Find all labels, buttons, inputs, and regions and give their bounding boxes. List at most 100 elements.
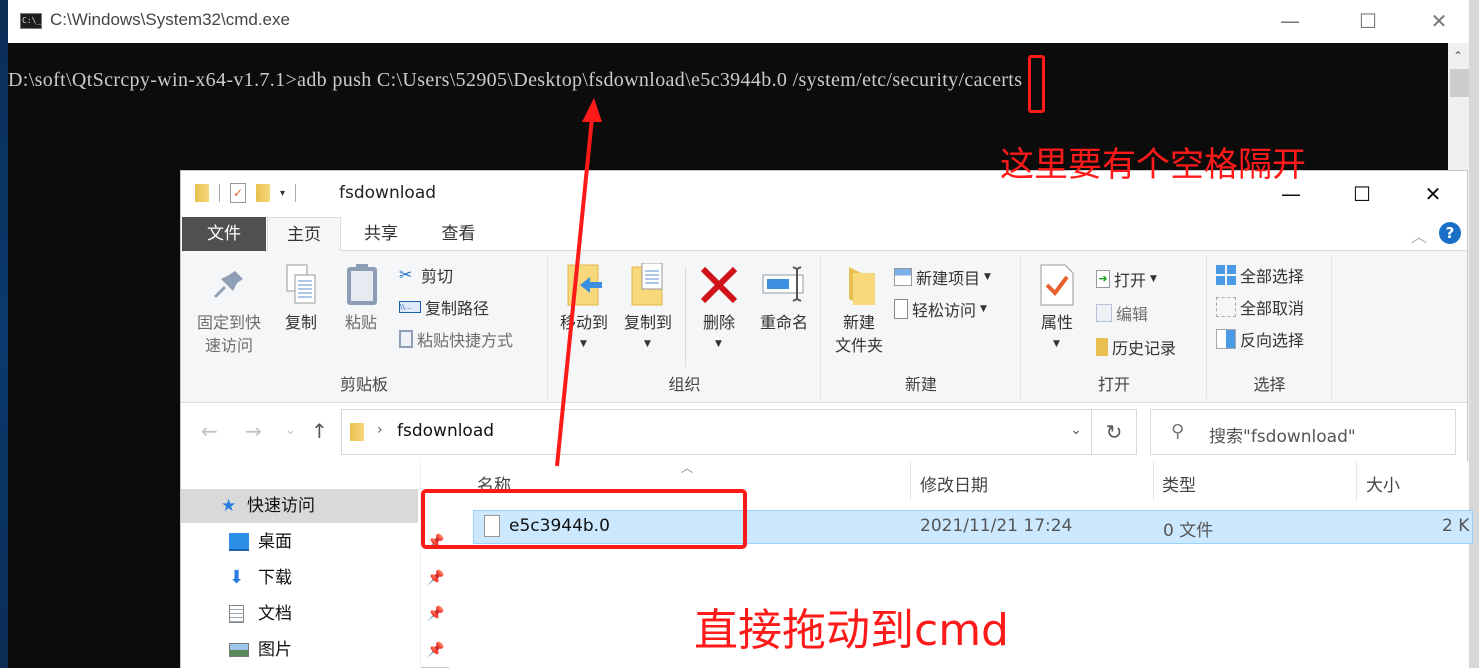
cut-button[interactable]: ✂ 剪切 <box>399 261 453 289</box>
paste-button[interactable]: 粘贴 <box>333 263 389 334</box>
group-label-clipboard: 剪贴板 <box>339 375 388 394</box>
move-to-button[interactable]: 移动到 ▼ <box>553 263 615 349</box>
new-item-button[interactable]: 新建项目 ▼ <box>894 263 991 291</box>
sidebar-item-label: 桌面 <box>258 532 292 552</box>
back-button[interactable]: ← <box>201 419 218 443</box>
cmd-maximize-button[interactable]: ☐ <box>1348 6 1388 36</box>
up-button[interactable]: ↑ <box>311 419 328 443</box>
column-header-size[interactable]: 大小 <box>1366 471 1400 496</box>
invert-selection-button[interactable]: 反向选择 <box>1216 325 1304 353</box>
recent-locations-button[interactable]: ⌄ <box>285 423 296 438</box>
folder-icon <box>350 423 364 441</box>
select-none-button[interactable]: 全部取消 <box>1216 293 1304 321</box>
properties-icon <box>1037 263 1077 307</box>
cmd-scrollbar-thumb[interactable] <box>1450 69 1469 97</box>
search-box[interactable]: ⚲ 搜索"fsdownload" <box>1150 409 1456 455</box>
paste-shortcut-button[interactable]: 粘贴快捷方式 <box>399 325 513 353</box>
cut-label: 剪切 <box>421 267 454 286</box>
dropdown-caret-icon: ▼ <box>1053 339 1060 349</box>
sidebar-item-label: 下载 <box>258 568 292 588</box>
rename-icon <box>761 263 807 307</box>
dropdown-caret-icon: ▼ <box>1150 274 1157 284</box>
sidebar-item-desktop[interactable]: 桌面 📌 <box>181 525 444 559</box>
explorer-window-title: fsdownload <box>339 183 437 203</box>
copy-to-button[interactable]: 复制到 ▼ <box>617 262 679 349</box>
delete-label: 删除 <box>702 313 735 332</box>
sidebar-item-downloads[interactable]: ⬇ 下载 📌 <box>181 561 444 595</box>
history-label: 历史记录 <box>1112 339 1177 358</box>
rename-label: 重命名 <box>759 313 808 332</box>
pin-quick-access-button[interactable]: 固定到快 速访问 <box>189 263 269 357</box>
breadcrumb-fsdownload[interactable]: fsdownload <box>397 421 494 441</box>
properties-label: 属性 <box>1040 313 1073 332</box>
cmd-close-button[interactable]: ✕ <box>1419 6 1459 36</box>
background-window-edge <box>1469 0 1479 668</box>
dropdown-caret-icon: ▼ <box>644 339 651 349</box>
cmd-window-title: C:\Windows\System32\cmd.exe <box>50 10 290 29</box>
dropdown-caret-icon: ▼ <box>580 339 587 349</box>
edit-label: 编辑 <box>1116 305 1149 324</box>
properties-button[interactable]: 属性 ▼ <box>1026 263 1088 349</box>
copy-icon <box>281 263 321 307</box>
pin-icon[interactable]: 📌 <box>427 561 444 595</box>
new-folder-label-line2: 文件夹 <box>834 336 883 355</box>
column-divider[interactable] <box>910 461 911 501</box>
customize-qat-dropdown-icon[interactable]: ▾ <box>280 188 285 199</box>
explorer-maximize-button[interactable]: ☐ <box>1339 179 1385 209</box>
pin-icon[interactable]: 📌 <box>427 633 444 667</box>
sidebar-item-label: 图片 <box>258 640 292 660</box>
sidebar-item-documents[interactable]: 文档 📌 <box>181 597 444 631</box>
rename-button[interactable]: 重命名 <box>751 263 817 334</box>
new-folder-qat-icon[interactable] <box>256 184 270 202</box>
new-folder-button[interactable]: 新建 文件夹 <box>824 263 894 357</box>
help-icon[interactable]: ? <box>1439 222 1461 244</box>
collapse-ribbon-icon[interactable]: ︿ <box>1411 223 1427 247</box>
invert-selection-label: 反向选择 <box>1240 331 1305 350</box>
column-divider[interactable] <box>1356 461 1357 501</box>
tab-home[interactable]: 主页 <box>267 217 341 252</box>
copy-to-label: 复制到 <box>623 313 672 332</box>
copy-button[interactable]: 复制 <box>273 263 329 334</box>
dropdown-caret-icon: ▼ <box>984 272 991 282</box>
address-bar[interactable]: › fsdownload ⌄ ↻ <box>341 409 1137 455</box>
scroll-up-icon[interactable]: ⌃ <box>1453 49 1463 63</box>
explorer-close-button[interactable]: ✕ <box>1410 179 1456 209</box>
open-button[interactable]: ➜ 打开 ▼ <box>1096 265 1157 293</box>
copy-path-button[interactable]: \\... 复制路径 <box>399 293 489 321</box>
history-button[interactable]: 历史记录 <box>1096 333 1176 361</box>
sidebar-item-label: 文档 <box>258 604 292 624</box>
forward-button[interactable]: → <box>245 419 262 443</box>
select-none-label: 全部取消 <box>1240 299 1305 318</box>
breadcrumb-chevron-icon[interactable]: › <box>377 422 383 438</box>
refresh-button[interactable]: ↻ <box>1091 410 1136 454</box>
ribbon-group-select: 全部选择 全部取消 反向选择 选择 <box>1208 255 1332 399</box>
column-header-modified[interactable]: 修改日期 <box>920 471 988 496</box>
address-dropdown-icon[interactable]: ⌄ <box>1070 422 1082 438</box>
cmd-minimize-button[interactable]: — <box>1270 6 1310 36</box>
file-highlight-box <box>421 489 747 549</box>
select-all-button[interactable]: 全部选择 <box>1216 261 1304 289</box>
sidebar-item-pictures[interactable]: 图片 📌 <box>181 633 444 667</box>
cmd-title-bar[interactable]: C:\_ C:\Windows\System32\cmd.exe — ☐ ✕ <box>8 0 1471 43</box>
edit-icon <box>1096 304 1112 322</box>
star-icon: ★ <box>221 496 237 516</box>
column-header-type[interactable]: 类型 <box>1162 471 1196 496</box>
properties-qat-icon[interactable]: ✓ <box>230 183 246 203</box>
search-icon: ⚲ <box>1171 421 1185 442</box>
space-highlight-box <box>1028 55 1045 113</box>
delete-button[interactable]: 删除 ▼ <box>691 263 747 349</box>
tab-file[interactable]: 文件 <box>182 217 266 251</box>
easy-access-button[interactable]: 轻松访问 ▼ <box>894 295 987 323</box>
tab-share[interactable]: 共享 <box>346 217 416 251</box>
new-item-label: 新建项目 <box>916 269 981 288</box>
select-all-label: 全部选择 <box>1240 267 1305 286</box>
scissors-icon: ✂ <box>399 265 413 284</box>
pin-icon[interactable]: 📌 <box>427 597 444 631</box>
edit-button[interactable]: 编辑 <box>1096 299 1148 327</box>
sidebar-item-quick-access[interactable]: ★ 快速访问 <box>181 489 418 523</box>
drag-annotation: 直接拖动到cmd <box>694 605 1009 656</box>
column-divider[interactable] <box>1153 461 1154 501</box>
tab-view[interactable]: 查看 <box>426 217 491 251</box>
sidebar-item-label: 快速访问 <box>247 496 315 516</box>
search-input[interactable]: 搜索"fsdownload" <box>1209 422 1356 447</box>
